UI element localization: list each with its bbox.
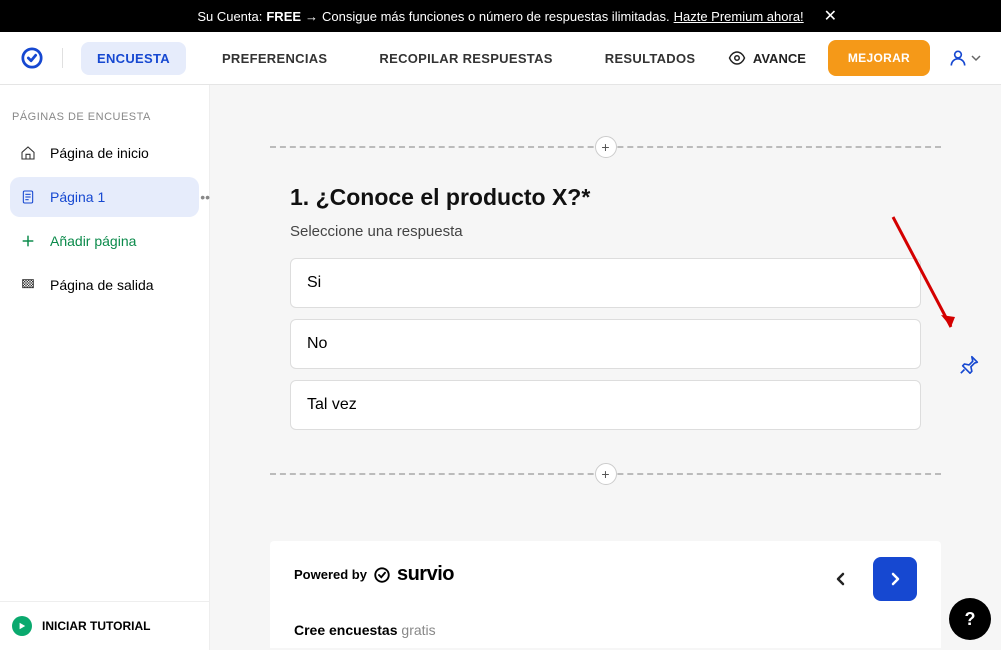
question-block[interactable]: 1. ¿Conoce el producto X?* Seleccione un…: [270, 154, 941, 467]
powered-label: Powered by: [294, 567, 367, 582]
page-icon: [20, 189, 36, 205]
footer-text-light: gratis: [398, 622, 436, 638]
user-menu[interactable]: [948, 48, 981, 68]
answer-option[interactable]: No: [290, 319, 921, 369]
banner-prefix: Su Cuenta:: [197, 9, 262, 24]
banner-arrow: →: [305, 9, 318, 24]
add-question-button[interactable]: +: [595, 136, 617, 158]
sidebar-item-add-page[interactable]: Añadir página: [10, 221, 199, 261]
editor-canvas: + 1. ¿Conoce el producto X?* Seleccione …: [210, 85, 1001, 650]
footer-text: Cree encuestas gratis: [294, 622, 917, 638]
sidebar-title: PÁGINAS DE ENCUESTA: [0, 85, 209, 133]
footer-text-bold: Cree encuestas: [294, 622, 398, 638]
brand-name: survio: [397, 563, 454, 586]
banner-cta-link[interactable]: Hazte Premium ahora!: [674, 9, 804, 24]
next-page-button[interactable]: [873, 557, 917, 601]
user-icon: [948, 48, 968, 68]
sidebar-item-label: Añadir página: [50, 233, 136, 249]
upgrade-button[interactable]: MEJORAR: [828, 40, 930, 76]
sidebar-item-page1[interactable]: Página 1 •••: [10, 177, 199, 217]
plus-icon: [20, 233, 36, 249]
tab-preferencias[interactable]: PREFERENCIAS: [206, 42, 343, 75]
play-icon: [12, 616, 32, 636]
tab-encuesta[interactable]: ENCUESTA: [81, 42, 186, 75]
tab-recopilar[interactable]: RECOPILAR RESPUESTAS: [363, 42, 568, 75]
pin-icon[interactable]: [959, 353, 981, 380]
survio-logo-icon: [373, 566, 391, 584]
logo-icon[interactable]: [20, 46, 44, 70]
sidebar-item-label: Página 1: [50, 189, 105, 205]
chevron-down-icon: [971, 53, 981, 63]
tab-resultados[interactable]: RESULTADOS: [589, 42, 712, 75]
add-question-button[interactable]: +: [595, 463, 617, 485]
tutorial-label: INICIAR TUTORIAL: [42, 619, 150, 633]
sidebar-item-home[interactable]: Página de inicio: [10, 133, 199, 173]
chevron-left-icon: [834, 572, 848, 586]
sidebar-item-label: Página de inicio: [50, 145, 149, 161]
banner-text: Consigue más funciones o número de respu…: [322, 9, 670, 24]
footer-card: Powered by survio Cree encuestas gratis: [270, 541, 941, 648]
answer-option[interactable]: Tal vez: [290, 380, 921, 430]
eye-icon: [728, 49, 746, 67]
question-subtitle: Seleccione una respuesta: [290, 223, 921, 240]
separator: [62, 48, 63, 68]
sidebar-item-exit-page[interactable]: Página de salida: [10, 265, 199, 305]
answer-option[interactable]: Si: [290, 258, 921, 308]
banner-free-badge: FREE: [266, 9, 301, 24]
sidebar: PÁGINAS DE ENCUESTA Página de inicio Pág…: [0, 85, 210, 650]
promo-banner: Su Cuenta: FREE → Consigue más funciones…: [0, 0, 1001, 32]
preview-label: AVANCE: [753, 51, 806, 66]
tutorial-button[interactable]: INICIAR TUTORIAL: [0, 601, 209, 650]
sidebar-item-label: Página de salida: [50, 277, 154, 293]
chevron-right-icon: [888, 572, 902, 586]
prev-page-button[interactable]: [819, 557, 863, 601]
home-icon: [20, 145, 36, 161]
help-button[interactable]: ?: [949, 598, 991, 640]
navbar: ENCUESTA PREFERENCIAS RECOPILAR RESPUEST…: [0, 32, 1001, 85]
flag-icon: [20, 277, 36, 293]
banner-close-icon[interactable]: ✕: [824, 6, 837, 26]
preview-button[interactable]: AVANCE: [728, 49, 806, 67]
question-title: 1. ¿Conoce el producto X?*: [290, 184, 921, 211]
